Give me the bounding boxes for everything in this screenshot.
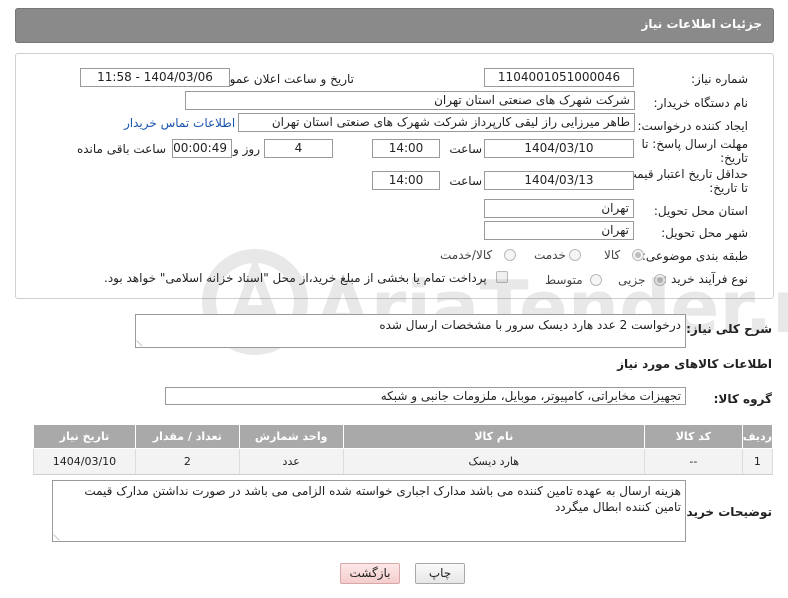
contact-buyer-link[interactable]: اطلاعات تماس خریدار [124, 116, 235, 130]
buyer-org-field[interactable]: شرکت شهرک های صنعتی استان تهران [185, 91, 635, 110]
requester-label: ایجاد کننده درخواست: [637, 119, 748, 133]
goods-group-label: گروه کالا: [713, 392, 772, 406]
city-field[interactable]: تهران [484, 221, 634, 240]
page-header: جزئیات اطلاعات نیاز [15, 8, 774, 43]
cell-need-date: 1404/03/10 [33, 448, 136, 475]
price-validity-label-2: تا تاریخ: [709, 181, 748, 195]
process-label: نوع فرآیند خرید : [663, 272, 748, 286]
price-validity-label: حداقل تاریخ اعتبار قیمت: [621, 167, 748, 181]
goods-table-header: ردیف کد کالا نام کالا واحد شمارش تعداد /… [33, 424, 774, 449]
days-field[interactable]: 4 [264, 139, 333, 158]
col-quantity: تعداد / مقدار [134, 424, 240, 449]
col-need-date: تاریخ نیاز [33, 424, 136, 449]
validity-date-field[interactable]: 1404/03/13 [484, 171, 634, 190]
col-item-code: کد کالا [643, 424, 743, 449]
need-number-label: شماره نیاز: [691, 72, 748, 86]
process-option-minor: جزیی [618, 273, 646, 287]
announce-field[interactable]: 1404/03/06 - 11:58 [80, 68, 230, 87]
reply-time-label: ساعت [449, 142, 482, 156]
remaining-time-field[interactable]: 00:00:49 [172, 139, 232, 158]
category-option-goods-service: کالا/خدمت [440, 248, 493, 262]
validity-time-label: ساعت [449, 174, 482, 188]
goods-group-field[interactable]: تجهیزات مخابراتی، کامپیوتر، موبایل، ملزو… [165, 387, 686, 405]
reply-deadline-label-2: تاریخ: [720, 151, 748, 165]
page-title: جزئیات اطلاعات نیاز [641, 17, 762, 31]
process-radio-medium[interactable] [590, 274, 602, 286]
need-number-field[interactable]: 1104001051000046 [484, 68, 634, 87]
category-radio-goods-service[interactable] [504, 249, 516, 261]
category-label: طبقه بندی موضوعی: [641, 249, 748, 263]
goods-section-title: اطلاعات کالاهای مورد نیاز [617, 357, 772, 371]
goods-table: ردیف کد کالا نام کالا واحد شمارش تعداد /… [33, 424, 774, 475]
category-option-service: خدمت [534, 248, 566, 262]
category-radio-goods[interactable] [632, 249, 644, 261]
province-label: استان محل تحویل: [653, 204, 748, 218]
cell-row-number: 1 [741, 448, 774, 475]
city-label: شهر محل تحویل: [661, 226, 748, 240]
days-label: روز و [233, 142, 260, 156]
col-unit: واحد شمارش [238, 424, 344, 449]
reply-date-field[interactable]: 1404/03/10 [484, 139, 634, 158]
col-row-number: ردیف [741, 424, 774, 449]
table-row[interactable]: 1 -- هارد دیسک عدد 2 1404/03/10 [33, 448, 774, 475]
buyer-notes-textarea[interactable]: هزینه ارسال به عهده تامین کننده می باشد … [52, 480, 686, 542]
buyer-notes-text: هزینه ارسال به عهده تامین کننده می باشد … [84, 484, 681, 514]
treasury-payment-note: پرداخت تمام یا بخشی از مبلغ خرید،از محل … [104, 271, 487, 285]
validity-time-field[interactable]: 14:00 [372, 171, 440, 190]
province-field[interactable]: تهران [484, 199, 634, 218]
resize-grip-icon[interactable] [136, 335, 148, 347]
description-textarea[interactable]: درخواست 2 عدد هارد دیسک سرور با مشخصات ا… [135, 314, 686, 348]
announce-label: تاریخ و ساعت اعلان عمومی: [209, 72, 354, 86]
resize-grip-icon[interactable] [53, 529, 65, 541]
process-radio-minor[interactable] [654, 274, 666, 286]
print-button[interactable]: چاپ [415, 563, 465, 584]
category-radio-service[interactable] [569, 249, 581, 261]
reply-time-field[interactable]: 14:00 [372, 139, 440, 158]
col-item-name: نام کالا [342, 424, 645, 449]
back-button[interactable]: بازگشت [340, 563, 400, 584]
requester-field[interactable]: طاهر میرزایی راز لیقی کارپرداز شرکت شهرک… [238, 113, 635, 132]
treasury-payment-checkbox[interactable] [496, 271, 508, 283]
description-text: درخواست 2 عدد هارد دیسک سرور با مشخصات ا… [379, 318, 681, 332]
reply-deadline-label: مهلت ارسال پاسخ: تا [641, 137, 748, 151]
description-label: شرح کلی نیاز: [686, 322, 772, 336]
cell-quantity: 2 [134, 448, 240, 475]
buyer-org-label: نام دستگاه خریدار: [653, 96, 749, 110]
category-option-goods: کالا [604, 248, 621, 262]
remaining-label: ساعت باقی مانده [76, 142, 166, 156]
cell-item-name: هارد دیسک [342, 448, 645, 475]
cell-item-code: -- [643, 448, 743, 475]
process-option-medium: متوسط [545, 273, 583, 287]
cell-unit: عدد [238, 448, 344, 475]
